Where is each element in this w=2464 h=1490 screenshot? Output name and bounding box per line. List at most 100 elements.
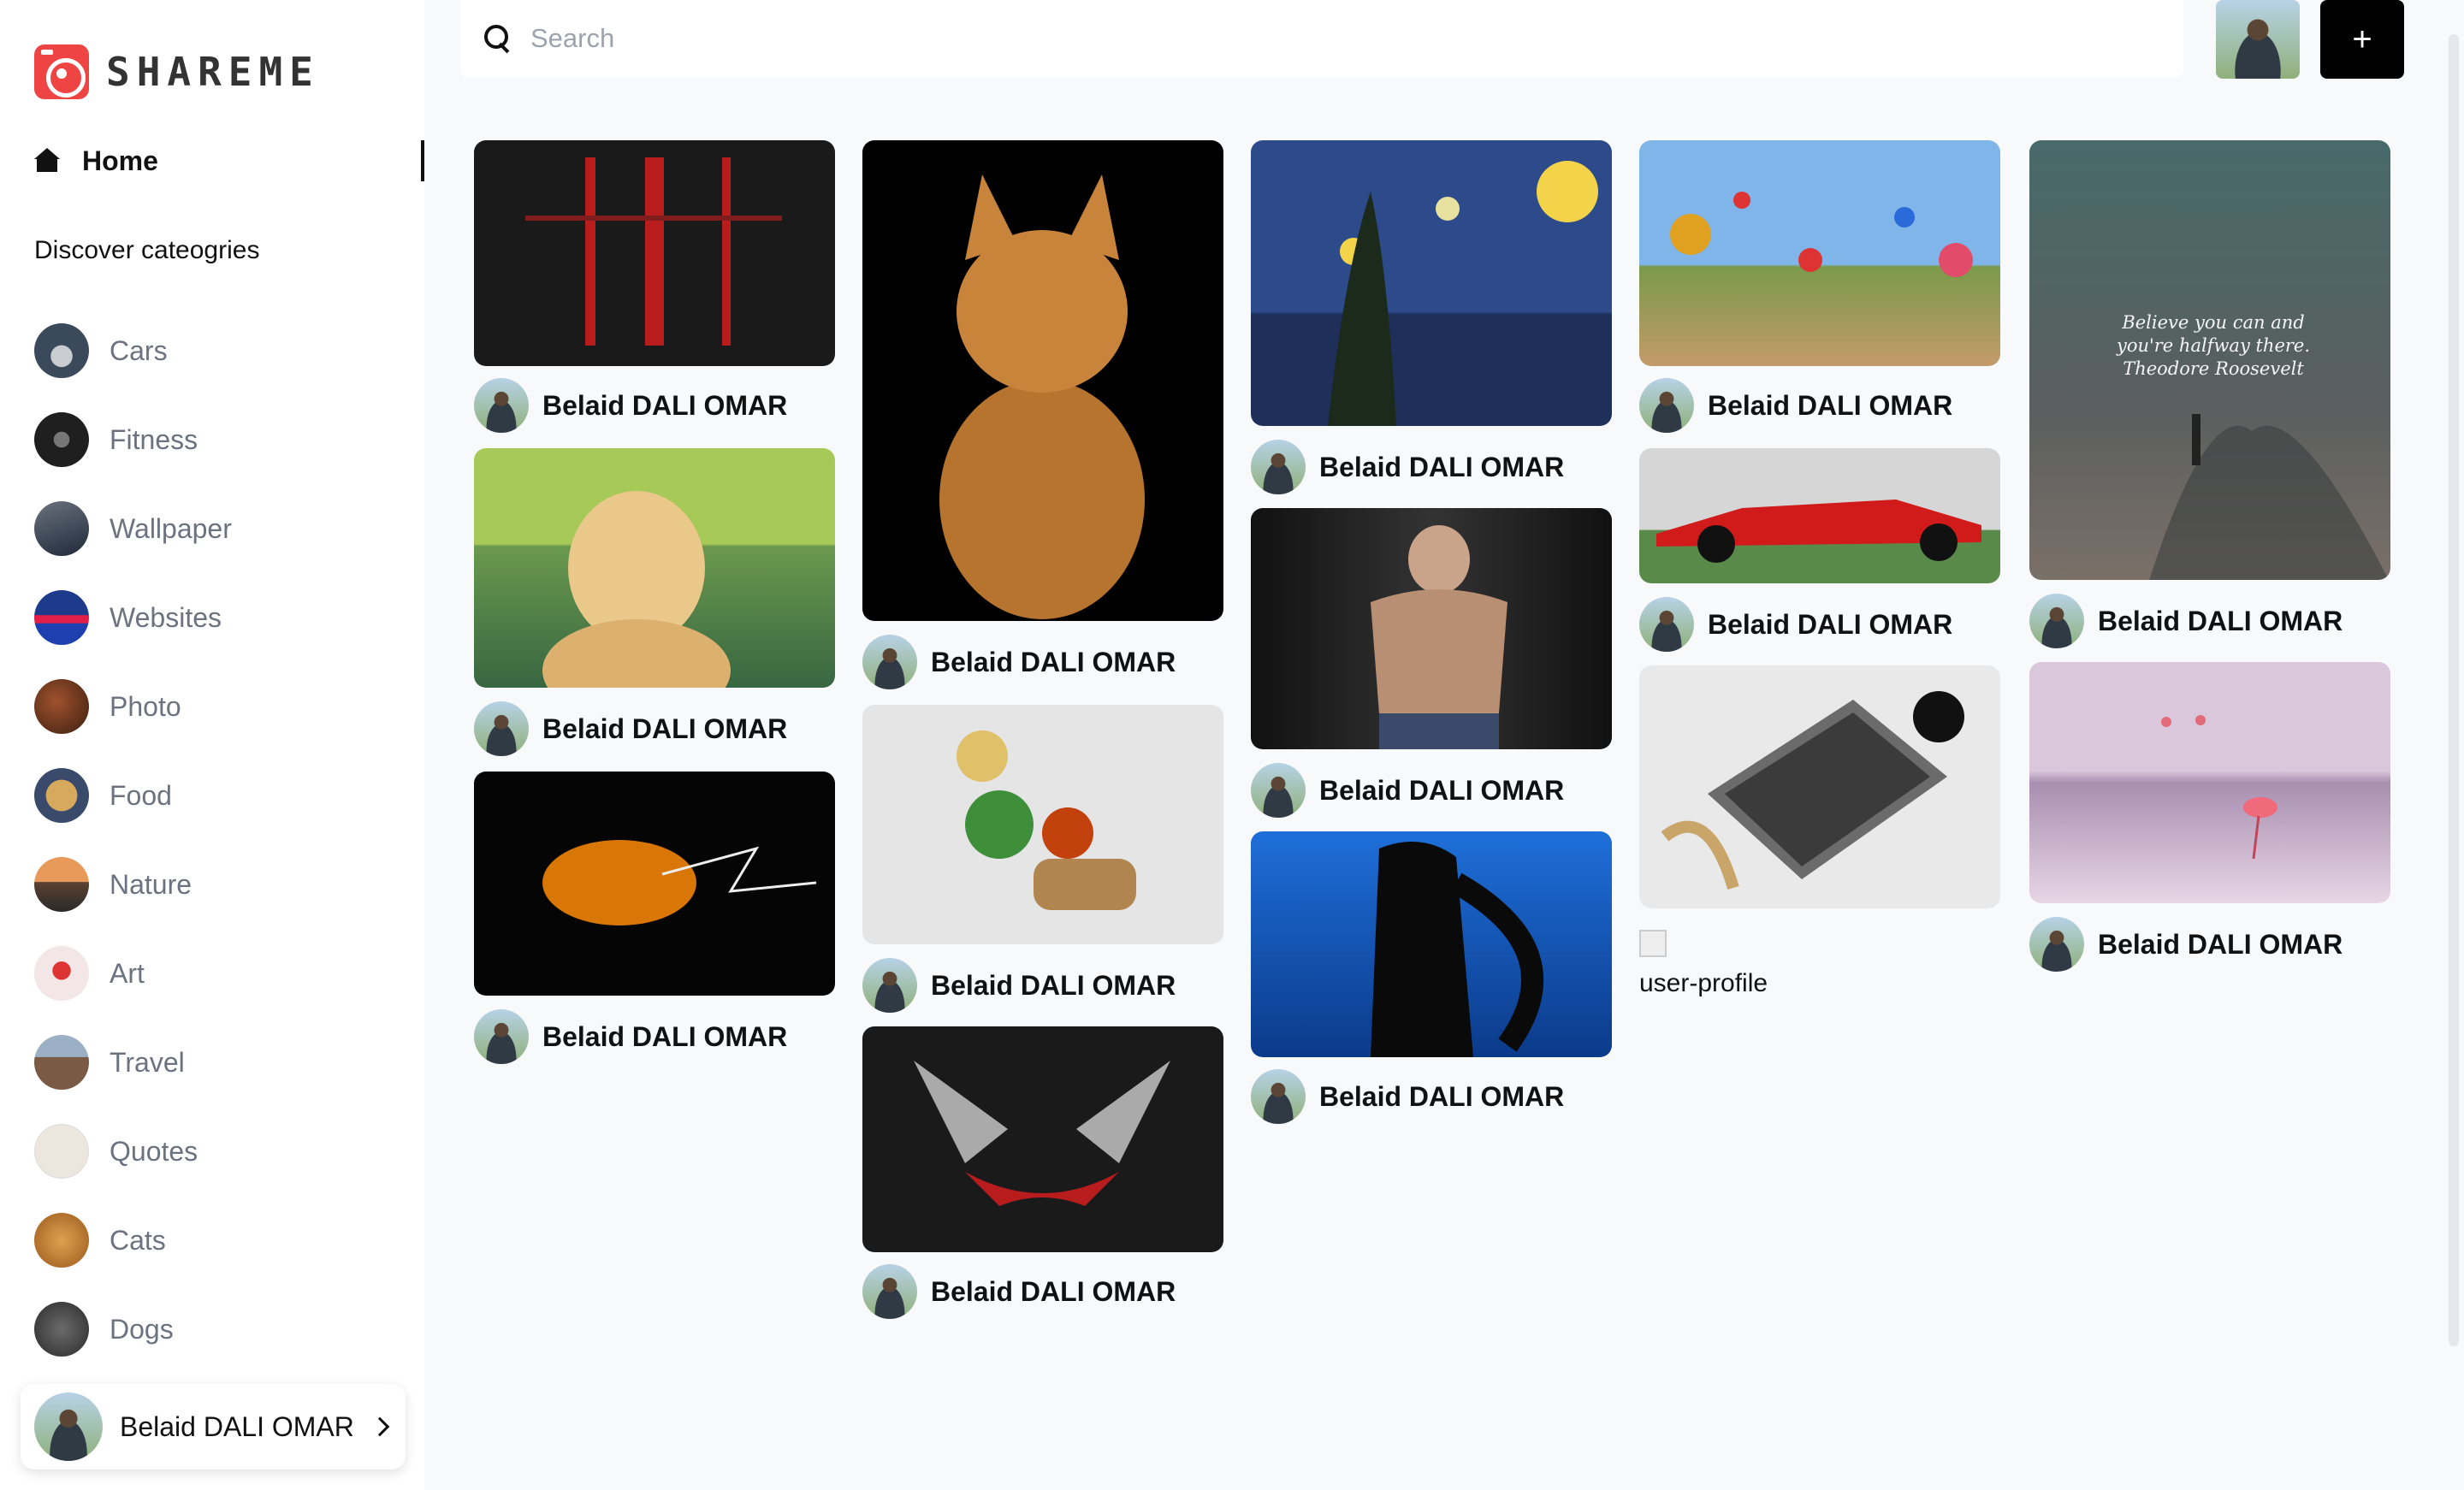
travel-thumb-icon <box>34 1035 89 1090</box>
pin-image[interactable] <box>474 448 835 688</box>
pin-author[interactable]: Belaid DALI OMAR <box>1251 763 1564 818</box>
pin-image[interactable] <box>1639 140 2000 366</box>
pin-author[interactable]: Belaid DALI OMAR <box>474 701 787 756</box>
pin-author[interactable]: Belaid DALI OMAR <box>862 635 1176 689</box>
avatar <box>474 1009 529 1064</box>
sidebar-item-label: Food <box>110 779 172 811</box>
logo-text: SHAREME <box>106 49 320 95</box>
pin-image[interactable] <box>1251 508 1612 749</box>
flamingo-lake-image <box>2161 715 2277 860</box>
image-alt-text: user-profile <box>1639 969 1768 997</box>
pin-image[interactable] <box>1639 665 2000 908</box>
sidebar-item-quotes[interactable]: Quotes <box>34 1107 232 1196</box>
pin-author-name: Belaid DALI OMAR <box>931 646 1176 677</box>
avatar <box>1639 597 1694 652</box>
sidebar-item-travel[interactable]: Travel <box>34 1018 232 1107</box>
sidebar-item-wallpaper[interactable]: Wallpaper <box>34 484 232 573</box>
search-input[interactable] <box>530 23 2070 54</box>
avatar <box>1639 378 1694 433</box>
sidebar-item-cats[interactable]: Cats <box>34 1196 232 1285</box>
avatar <box>34 1392 103 1461</box>
chevron-right-icon <box>370 1416 390 1437</box>
sidebar-item-websites[interactable]: Websites <box>34 573 232 662</box>
hot-air-balloons-image <box>1670 192 1973 277</box>
swords-art-image <box>525 157 782 346</box>
quote-text: Believe you can and you're halfway there… <box>2116 312 2311 379</box>
websites-thumb-icon <box>34 590 89 645</box>
food-thumb-icon <box>34 768 89 823</box>
pin-author[interactable]: Belaid DALI OMAR <box>862 958 1176 1013</box>
pin-image[interactable] <box>474 772 835 996</box>
pin-author-name: Belaid DALI OMAR <box>1319 451 1565 482</box>
anime-warrior-image <box>1371 842 1544 1057</box>
user-name: Belaid DALI OMAR <box>120 1410 354 1442</box>
food-platter-image <box>957 730 1136 910</box>
pin-author-name: Belaid DALI OMAR <box>1319 774 1565 806</box>
starry-night-image <box>1328 161 1598 426</box>
pin-author[interactable]: Belaid DALI OMAR <box>2029 917 2343 972</box>
user-profile-link[interactable]: Belaid DALI OMAR <box>21 1384 406 1469</box>
pin-author-name: Belaid DALI OMAR <box>542 712 788 744</box>
art-thumb-icon <box>34 946 89 1001</box>
pin-author[interactable]: Belaid DALI OMAR <box>1639 597 1952 652</box>
pin-image[interactable] <box>862 705 1223 944</box>
sidebar-item-food[interactable]: Food <box>34 751 232 840</box>
pin-author[interactable]: Belaid DALI OMAR <box>1251 440 1564 494</box>
sidebar-item-label: Cats <box>110 1224 166 1256</box>
pin-author[interactable]: Belaid DALI OMAR <box>474 378 787 433</box>
pin-image[interactable] <box>474 140 835 366</box>
pin-image[interactable] <box>862 1026 1223 1252</box>
scrollbar[interactable] <box>2449 34 2459 1346</box>
quotes-thumb-icon <box>34 1124 89 1179</box>
pin-author[interactable]: Belaid DALI OMAR <box>474 1009 787 1064</box>
avatar <box>862 1264 917 1319</box>
avatar <box>1251 763 1306 818</box>
sidebar-item-dogs[interactable]: Dogs <box>34 1285 232 1374</box>
sidebar-item-cars[interactable]: Cars <box>34 306 232 395</box>
search-icon <box>483 23 513 54</box>
create-pin-button[interactable]: + <box>2320 0 2404 79</box>
avatar <box>2029 594 2084 648</box>
avatar <box>862 635 917 689</box>
avatar <box>1251 1069 1306 1124</box>
pin-image[interactable] <box>1639 448 2000 583</box>
logo[interactable]: SHAREME <box>34 44 320 99</box>
sidebar-item-art[interactable]: Art <box>34 929 232 1018</box>
pin-author[interactable]: Belaid DALI OMAR <box>1251 1069 1564 1124</box>
sidebar-item-label: Wallpaper <box>110 512 232 544</box>
dark-knight-art-image <box>914 1061 1170 1206</box>
active-indicator <box>421 140 424 181</box>
f1-car-image <box>1656 500 1981 563</box>
pin-author-name: Belaid DALI OMAR <box>931 1275 1176 1307</box>
sidebar-item-photo[interactable]: Photo <box>34 662 232 751</box>
avatar <box>1251 440 1306 494</box>
camera-logo-icon <box>34 44 89 99</box>
photo-thumb-icon <box>34 679 89 734</box>
bodybuilder-image <box>1371 525 1507 749</box>
sidebar-item-fitness[interactable]: Fitness <box>34 395 232 484</box>
golden-retriever-image <box>542 491 731 688</box>
pin-image[interactable] <box>2029 662 2390 903</box>
pin-image[interactable]: Believe you can and you're halfway there… <box>2029 140 2390 580</box>
pin-author[interactable]: Belaid DALI OMAR <box>2029 594 2343 648</box>
broken-image: user-profile <box>1639 922 1768 1004</box>
pin-image[interactable] <box>1251 831 1612 1057</box>
pin-author[interactable]: Belaid DALI OMAR <box>862 1264 1176 1319</box>
avatar <box>474 701 529 756</box>
sidebar-item-home[interactable]: Home <box>34 137 424 185</box>
pin-author-name: Belaid DALI OMAR <box>542 1020 788 1052</box>
pin-author-name: Belaid DALI OMAR <box>931 969 1176 1001</box>
avatar <box>474 378 529 433</box>
sidebar-item-label: Travel <box>110 1046 185 1078</box>
pin-image[interactable] <box>862 140 1223 621</box>
sidebar-item-label: Home <box>82 145 158 176</box>
dogs-thumb-icon <box>34 1302 89 1357</box>
pin-image[interactable] <box>1251 140 1612 426</box>
pin-author-name: Belaid DALI OMAR <box>1708 389 1953 421</box>
sidebar: SHAREME Home Discover cateogries Cars Fi… <box>0 0 424 1490</box>
pin-author[interactable]: Belaid DALI OMAR <box>1639 378 1952 433</box>
user-avatar-button[interactable] <box>2216 0 2300 79</box>
sidebar-item-label: Quotes <box>110 1135 198 1167</box>
wallpaper-thumb-icon <box>34 501 89 556</box>
sidebar-item-nature[interactable]: Nature <box>34 840 232 929</box>
